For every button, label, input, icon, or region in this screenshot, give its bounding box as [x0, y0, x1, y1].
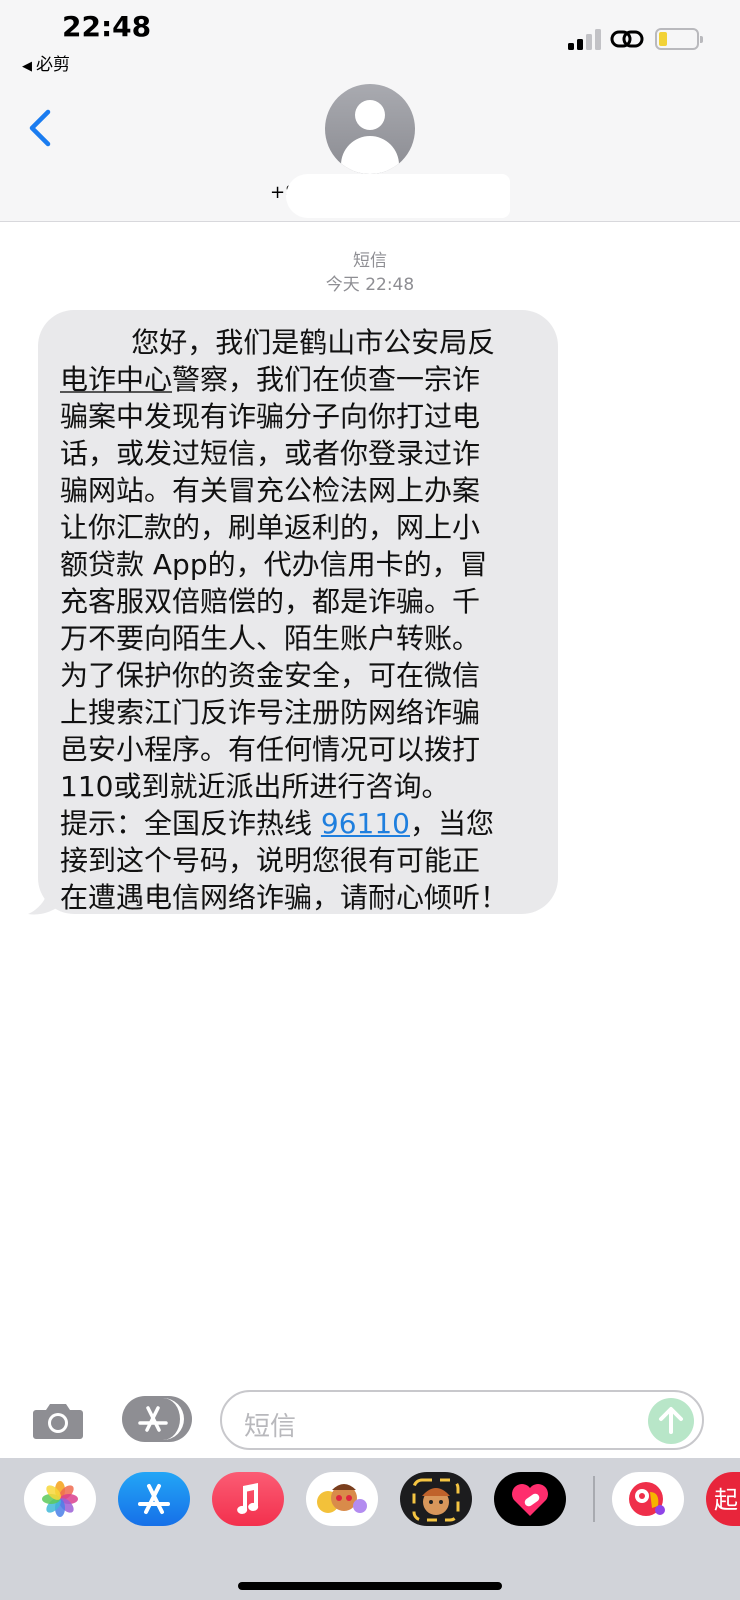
- partial-app-icon[interactable]: 起: [706, 1472, 740, 1526]
- app-store-icon[interactable]: [118, 1472, 190, 1526]
- camera-button[interactable]: [32, 1400, 84, 1444]
- conversation-header: 22:48 ◀ 必剪 +8: [0, 0, 740, 222]
- home-indicator: [238, 1582, 502, 1590]
- message-input[interactable]: 短信: [220, 1390, 704, 1450]
- svg-text:起: 起: [714, 1486, 738, 1514]
- message-underlined-text: 电诈中心: [60, 363, 173, 396]
- cellular-signal-icon: [568, 28, 604, 50]
- digital-touch-icon[interactable]: [494, 1472, 566, 1526]
- third-party-app-icon[interactable]: [612, 1472, 684, 1526]
- photos-icon[interactable]: [24, 1472, 96, 1526]
- message-text: 您好，我们是鹤山市公安局反 电诈中心警察，我们在侦查一宗诈 骗案中发现有诈骗分子…: [60, 324, 540, 916]
- app-store-drawer-button[interactable]: [122, 1396, 192, 1442]
- memoji-stickers-icon[interactable]: [306, 1472, 378, 1526]
- message-timestamp: 今天 22:48: [325, 275, 415, 295]
- app-store-a-icon: [138, 1406, 168, 1432]
- redaction-overlay: [286, 174, 510, 218]
- message-input-placeholder: 短信: [244, 1412, 297, 1442]
- message-text-part: 您好，我们是鹤山市公安局反: [131, 326, 496, 359]
- messages-app: 22:48 ◀ 必剪 +8 短信 今天 22:48 您好，我们是鹤山市公安局反 …: [0, 0, 740, 1600]
- message-text-part: 警察，我们在侦查一宗诈 骗案中发现有诈骗分子向你打过电 话，或发过短信，或者你登…: [60, 363, 488, 840]
- back-triangle-icon: ◀: [22, 59, 32, 74]
- service-label: 短信: [353, 251, 387, 271]
- imessage-app-tray: 起: [0, 1458, 740, 1600]
- battery-icon: [655, 28, 703, 50]
- tray-separator: [593, 1476, 595, 1522]
- music-icon[interactable]: [212, 1472, 284, 1526]
- status-time: 22:48: [62, 10, 152, 43]
- contact-avatar[interactable]: [325, 84, 415, 174]
- hotline-phone-link[interactable]: 96110: [321, 807, 410, 840]
- send-arrow-icon: [659, 1407, 683, 1434]
- memoji-icon[interactable]: [400, 1472, 472, 1526]
- hotspot-link-icon: [610, 26, 646, 56]
- send-button[interactable]: [648, 1398, 694, 1444]
- camera-icon: [33, 1404, 83, 1439]
- received-message-bubble[interactable]: 您好，我们是鹤山市公安局反 电诈中心警察，我们在侦查一宗诈 骗案中发现有诈骗分子…: [38, 310, 558, 914]
- back-app-label: 必剪: [36, 55, 70, 75]
- back-to-app-link[interactable]: ◀ 必剪: [22, 50, 70, 75]
- back-chevron-icon[interactable]: [26, 108, 54, 152]
